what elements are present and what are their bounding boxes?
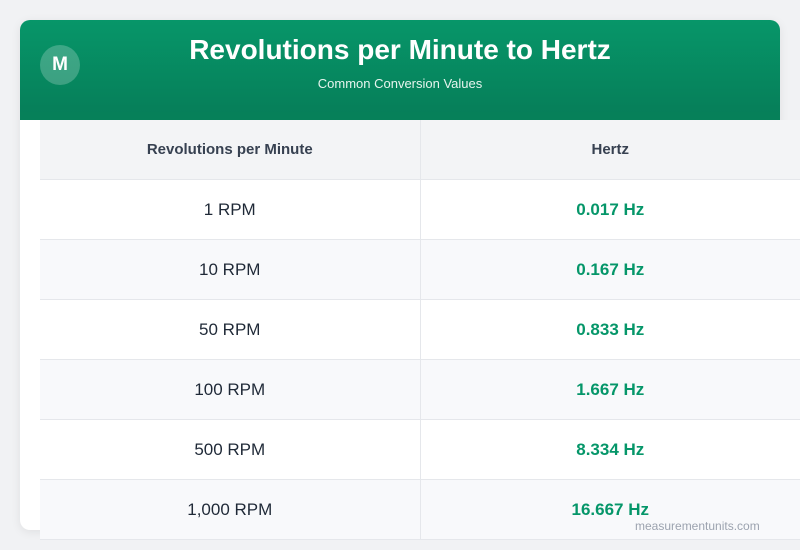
- page-title: Revolutions per Minute to Hertz: [189, 34, 611, 65]
- table-row: 10 RPM 0.167 Hz: [40, 239, 800, 300]
- table-row: 50 RPM 0.833 Hz: [40, 299, 800, 360]
- table-row: 1 RPM 0.017 Hz: [40, 179, 800, 240]
- table-header-row: Revolutions per Minute Hertz: [40, 120, 800, 180]
- card-header: M Revolutions per Minute to Hertz Common…: [20, 20, 780, 120]
- hertz-cell: 0.167 Hz: [420, 239, 800, 300]
- hertz-cell: 0.017 Hz: [420, 179, 800, 240]
- header-strip: [20, 112, 780, 120]
- hertz-cell: 0.833 Hz: [420, 299, 800, 360]
- table-row: 500 RPM 8.334 Hz: [40, 419, 800, 480]
- table-row: 100 RPM 1.667 Hz: [40, 359, 800, 420]
- column-header-hertz: Hertz: [420, 120, 800, 180]
- conversion-table: Revolutions per Minute Hertz 1 RPM 0.017 …: [40, 120, 800, 540]
- rpm-cell: 10 RPM: [40, 239, 421, 300]
- rpm-cell: 1 RPM: [40, 179, 421, 240]
- hertz-cell: 1.667 Hz: [420, 359, 800, 420]
- page-subtitle: Common Conversion Values: [317, 76, 483, 91]
- rpm-cell: 500 RPM: [40, 419, 421, 480]
- rpm-cell: 50 RPM: [40, 299, 421, 360]
- rpm-cell: 100 RPM: [40, 359, 421, 420]
- column-header-rpm: Revolutions per Minute: [40, 120, 421, 180]
- hertz-cell: 8.334 Hz: [420, 419, 800, 480]
- rpm-cell: 1,000 RPM: [40, 479, 421, 540]
- watermark: measurementunits.com: [635, 519, 760, 533]
